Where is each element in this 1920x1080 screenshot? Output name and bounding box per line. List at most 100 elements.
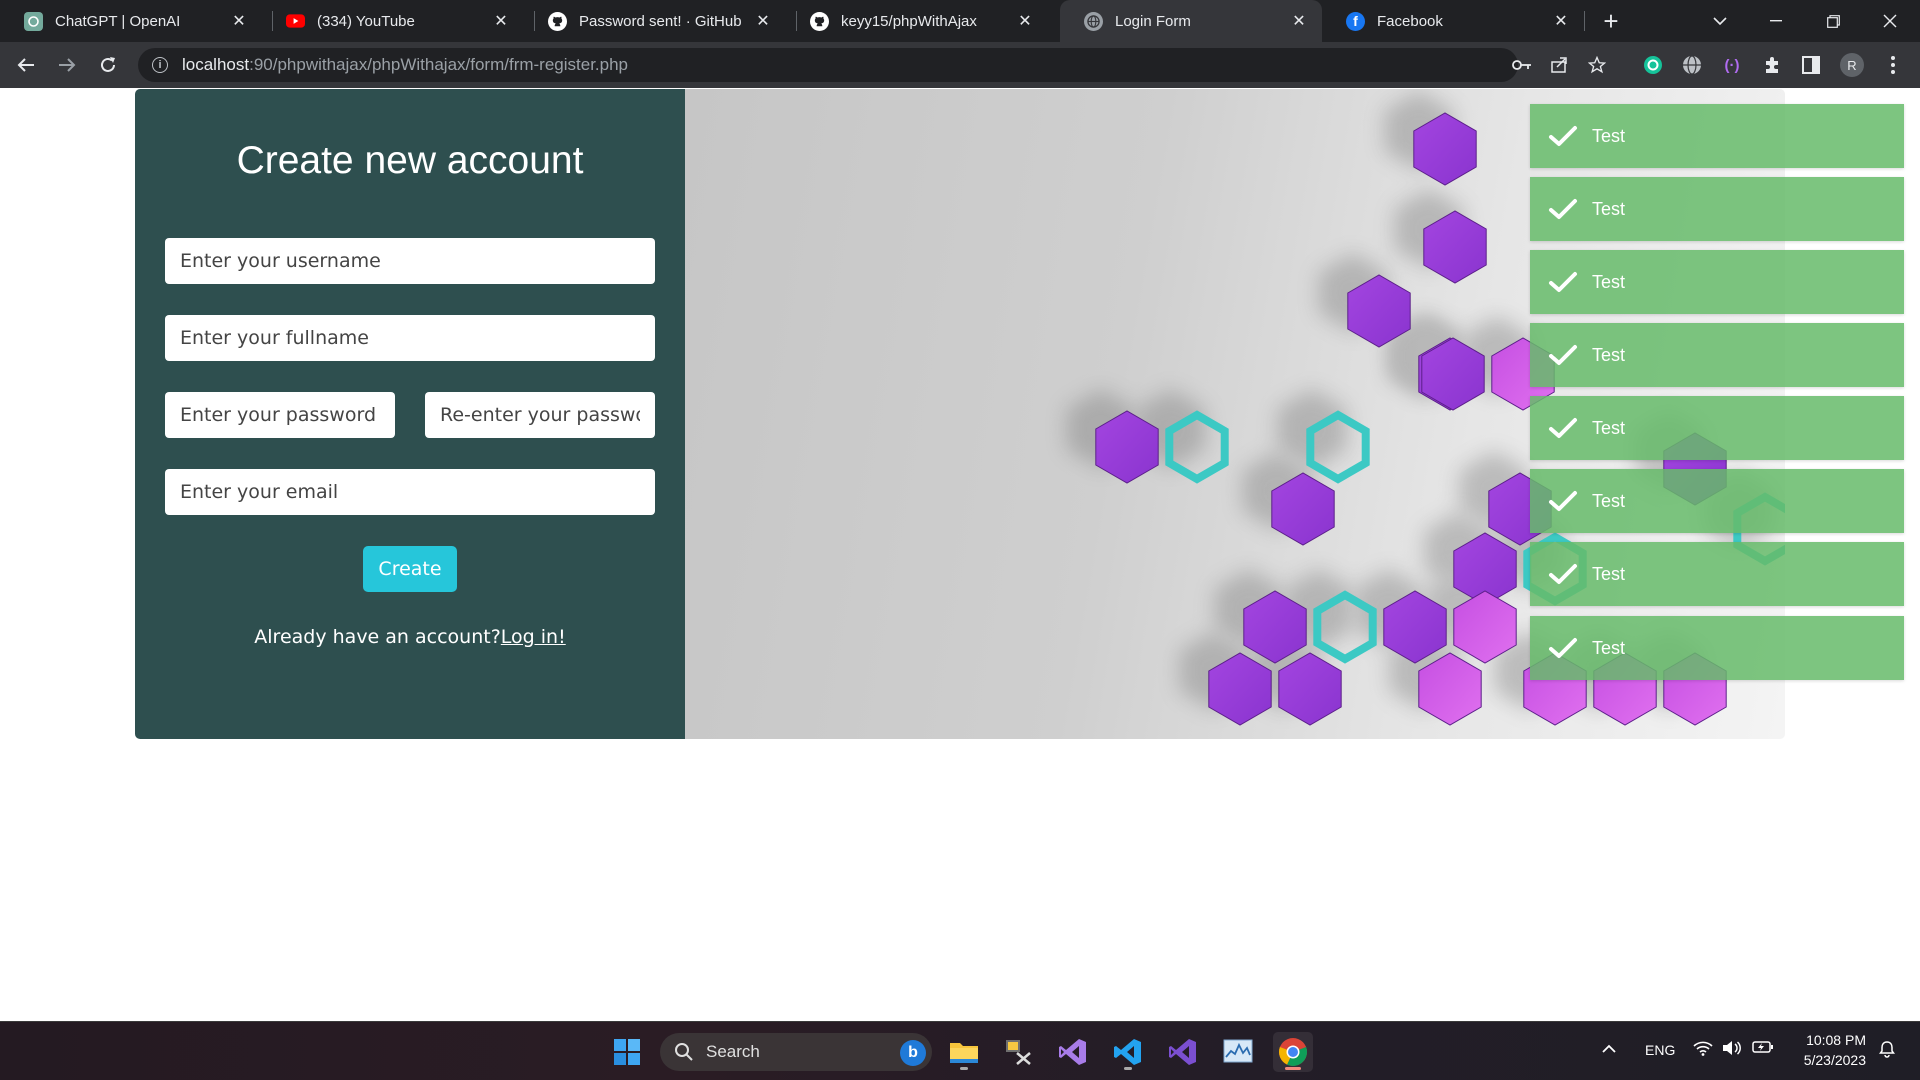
- email-input[interactable]: [165, 469, 655, 515]
- toast-text: Test: [1592, 125, 1626, 146]
- notification-bell-icon[interactable]: [1878, 1040, 1896, 1062]
- tab-title: ChatGPT | OpenAI: [55, 12, 181, 30]
- tab-github-repo[interactable]: keyy15/phpWithAjax ✕: [786, 0, 1048, 42]
- minimize-button[interactable]: [1756, 6, 1796, 36]
- reload-button[interactable]: [92, 49, 124, 81]
- language-indicator[interactable]: ENG: [1645, 1042, 1675, 1058]
- forward-button[interactable]: [51, 49, 83, 81]
- vpn-extension-icon[interactable]: [1676, 49, 1708, 81]
- close-icon[interactable]: ✕: [1290, 11, 1308, 31]
- profile-avatar[interactable]: R: [1836, 49, 1868, 81]
- page-viewport: Create new account Create Already have a…: [0, 88, 1920, 1021]
- side-panel-icon[interactable]: [1795, 49, 1827, 81]
- snipping-tool-icon[interactable]: [998, 1032, 1038, 1072]
- check-icon: [1549, 126, 1577, 146]
- wave-extension-icon[interactable]: (·): [1716, 49, 1748, 81]
- toast-notification[interactable]: Test: [1530, 542, 1904, 606]
- volume-icon[interactable]: [1722, 1040, 1742, 1060]
- check-icon: [1549, 491, 1577, 511]
- username-input[interactable]: [165, 238, 655, 284]
- close-icon[interactable]: ✕: [1552, 11, 1570, 31]
- toast-notification[interactable]: Test: [1530, 250, 1904, 314]
- register-form-panel: Create new account Create Already have a…: [135, 89, 685, 739]
- clock-time[interactable]: 10:08 PM: [1802, 1032, 1866, 1048]
- visual-studio-preview-icon[interactable]: [1163, 1032, 1203, 1072]
- bing-icon[interactable]: b: [900, 1040, 926, 1066]
- show-hidden-icons-chevron[interactable]: [1602, 1040, 1616, 1057]
- check-icon: [1549, 199, 1577, 219]
- visual-studio-icon[interactable]: [1053, 1032, 1093, 1072]
- tab-search-chevron-icon[interactable]: [1700, 6, 1740, 36]
- openai-icon: [24, 11, 43, 31]
- youtube-icon: [286, 12, 305, 31]
- fullname-input[interactable]: [165, 315, 655, 361]
- tab-strip: ChatGPT | OpenAI ✕ (334) YouTube ✕ Passw…: [0, 0, 1920, 42]
- clock-date[interactable]: 5/23/2023: [1792, 1052, 1866, 1068]
- tab-facebook[interactable]: f Facebook ✕: [1322, 0, 1584, 42]
- new-tab-button[interactable]: +: [1591, 6, 1631, 36]
- toast-text: Test: [1592, 563, 1626, 584]
- vscode-icon[interactable]: [1108, 1032, 1148, 1072]
- windows-taskbar: Search b ENG 10:08 PM 5/23/2023: [0, 1021, 1920, 1080]
- toast-notification[interactable]: Test: [1530, 616, 1904, 680]
- toast-text: Test: [1592, 637, 1626, 658]
- toast-text: Test: [1592, 271, 1626, 292]
- address-bar[interactable]: i localhost:90/phpwithajax/phpWithajax/f…: [138, 48, 1606, 82]
- check-icon: [1549, 638, 1577, 658]
- site-info-icon[interactable]: i: [152, 57, 168, 73]
- close-icon[interactable]: ✕: [492, 11, 510, 31]
- toast-notification[interactable]: Test: [1530, 177, 1904, 241]
- password-input[interactable]: [165, 392, 395, 438]
- file-explorer-icon[interactable]: [944, 1032, 984, 1072]
- tab-title: Login Form: [1115, 12, 1191, 30]
- toast-notification[interactable]: Test: [1530, 323, 1904, 387]
- share-icon[interactable]: [1543, 48, 1575, 82]
- restore-button[interactable]: [1813, 6, 1853, 36]
- battery-icon[interactable]: [1752, 1040, 1774, 1058]
- close-window-button[interactable]: [1870, 6, 1910, 36]
- taskbar-search-box[interactable]: Search b: [660, 1033, 932, 1071]
- toast-notification[interactable]: Test: [1530, 396, 1904, 460]
- browser-menu-icon[interactable]: [1877, 49, 1909, 81]
- tab-chatgpt[interactable]: ChatGPT | OpenAI ✕: [0, 0, 262, 42]
- browser-toolbar: i localhost:90/phpwithajax/phpWithajax/f…: [0, 42, 1920, 88]
- chrome-taskbar-icon[interactable]: [1273, 1032, 1313, 1072]
- close-icon[interactable]: ✕: [230, 11, 248, 31]
- tab-separator: [1584, 11, 1585, 31]
- github-icon: [810, 11, 829, 31]
- tab-title: keyy15/phpWithAjax: [841, 12, 977, 30]
- login-prompt-text: Already have an account?: [254, 626, 501, 648]
- tab-login-form[interactable]: Login Form ✕: [1060, 0, 1322, 42]
- tab-github-password[interactable]: Password sent! · GitHub ✕: [524, 0, 786, 42]
- tab-youtube[interactable]: (334) YouTube ✕: [262, 0, 524, 42]
- toast-text: Test: [1592, 417, 1626, 438]
- grammarly-extension-icon[interactable]: [1637, 49, 1669, 81]
- search-label: Search: [706, 1042, 760, 1061]
- extensions-puzzle-icon[interactable]: [1756, 49, 1788, 81]
- toast-notification[interactable]: Test: [1530, 104, 1904, 168]
- check-icon: [1549, 418, 1577, 438]
- tab-title: Facebook: [1377, 12, 1443, 30]
- back-button[interactable]: [10, 49, 42, 81]
- close-icon[interactable]: ✕: [754, 11, 772, 31]
- wifi-icon[interactable]: [1693, 1040, 1713, 1060]
- windows-start-icon[interactable]: [607, 1032, 647, 1072]
- close-icon[interactable]: ✕: [1016, 11, 1034, 31]
- search-icon: [675, 1043, 693, 1061]
- bookmark-star-icon[interactable]: [1581, 48, 1613, 82]
- check-icon: [1549, 564, 1577, 584]
- globe-icon: [1084, 11, 1103, 31]
- toast-text: Test: [1592, 490, 1626, 511]
- login-link[interactable]: Log in!: [501, 626, 566, 648]
- check-icon: [1549, 345, 1577, 365]
- key-icon[interactable]: [1506, 48, 1538, 82]
- performance-monitor-icon[interactable]: [1218, 1032, 1258, 1072]
- url-text[interactable]: localhost:90/phpwithajax/phpWithajax/for…: [182, 55, 628, 75]
- toast-text: Test: [1592, 344, 1626, 365]
- create-button[interactable]: Create: [363, 546, 457, 592]
- toast-notification[interactable]: Test: [1530, 469, 1904, 533]
- page-title: Create new account: [236, 139, 584, 182]
- check-icon: [1549, 272, 1577, 292]
- tab-title: (334) YouTube: [317, 12, 415, 30]
- repassword-input[interactable]: [425, 392, 655, 438]
